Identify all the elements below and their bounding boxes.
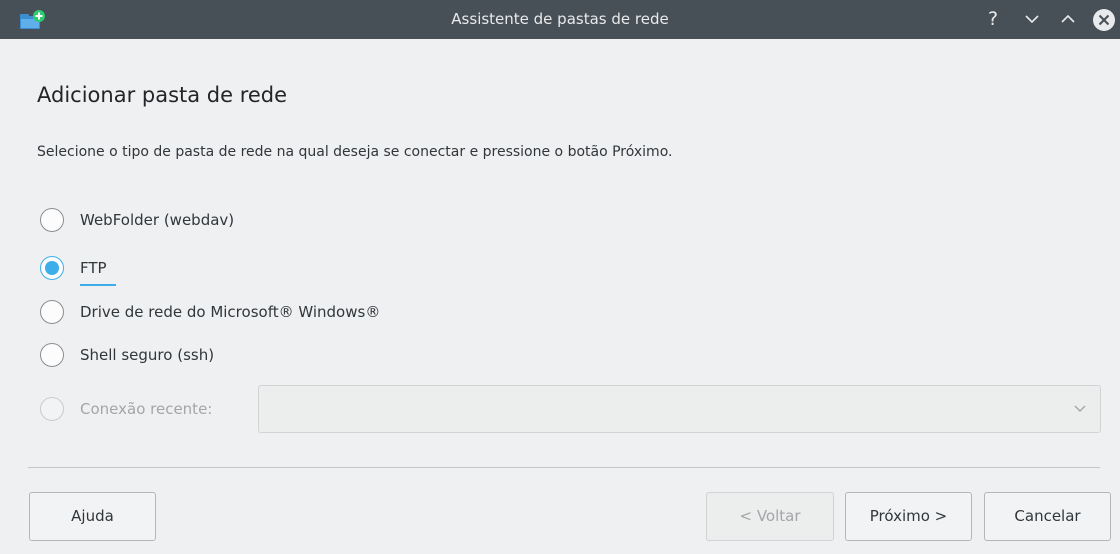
page-description: Selecione o tipo de pasta de rede na qua… <box>37 144 673 160</box>
option-ftp[interactable]: FTP <box>40 254 107 282</box>
page-title: Adicionar pasta de rede <box>37 83 288 107</box>
option-webdav[interactable]: WebFolder (webdav) <box>40 206 234 234</box>
close-icon <box>1093 9 1115 31</box>
focus-underline <box>80 284 116 286</box>
option-smb[interactable]: Drive de rede do Microsoft® Windows® <box>40 298 380 326</box>
radio-ftp[interactable] <box>40 256 64 280</box>
close-button[interactable] <box>1092 8 1116 32</box>
title-bar: Assistente de pastas de rede ? <box>0 0 1120 39</box>
option-label-webdav: WebFolder (webdav) <box>80 211 235 229</box>
maximize-button[interactable] <box>1057 8 1079 30</box>
help-button[interactable]: Ajuda <box>29 492 156 541</box>
option-ssh[interactable]: Shell seguro (ssh) <box>40 341 214 369</box>
chevron-down-icon <box>1074 405 1086 412</box>
divider <box>28 467 1100 468</box>
radio-ssh[interactable] <box>40 343 64 367</box>
option-label-ssh: Shell seguro (ssh) <box>80 346 215 364</box>
next-button[interactable]: Próximo > <box>845 492 972 541</box>
minimize-button[interactable] <box>1021 8 1043 30</box>
radio-recent <box>40 397 64 421</box>
option-label-recent: Conexão recente: <box>80 400 213 418</box>
back-button[interactable]: < Voltar <box>706 492 834 541</box>
context-help-button[interactable]: ? <box>982 8 1004 30</box>
chevron-down-icon <box>1025 15 1039 24</box>
window-title: Assistente de pastas de rede <box>451 10 669 28</box>
option-recent: Conexão recente: <box>40 395 212 423</box>
radio-smb[interactable] <box>40 300 64 324</box>
wizard-page: Adicionar pasta de rede Selecione o tipo… <box>0 39 1120 554</box>
recent-connection-combo <box>258 385 1101 433</box>
option-label-smb: Drive de rede do Microsoft® Windows® <box>80 303 381 321</box>
cancel-button[interactable]: Cancelar <box>984 492 1111 541</box>
radio-webdav[interactable] <box>40 208 64 232</box>
chevron-up-icon <box>1061 14 1075 23</box>
option-label-ftp: FTP <box>80 259 107 277</box>
